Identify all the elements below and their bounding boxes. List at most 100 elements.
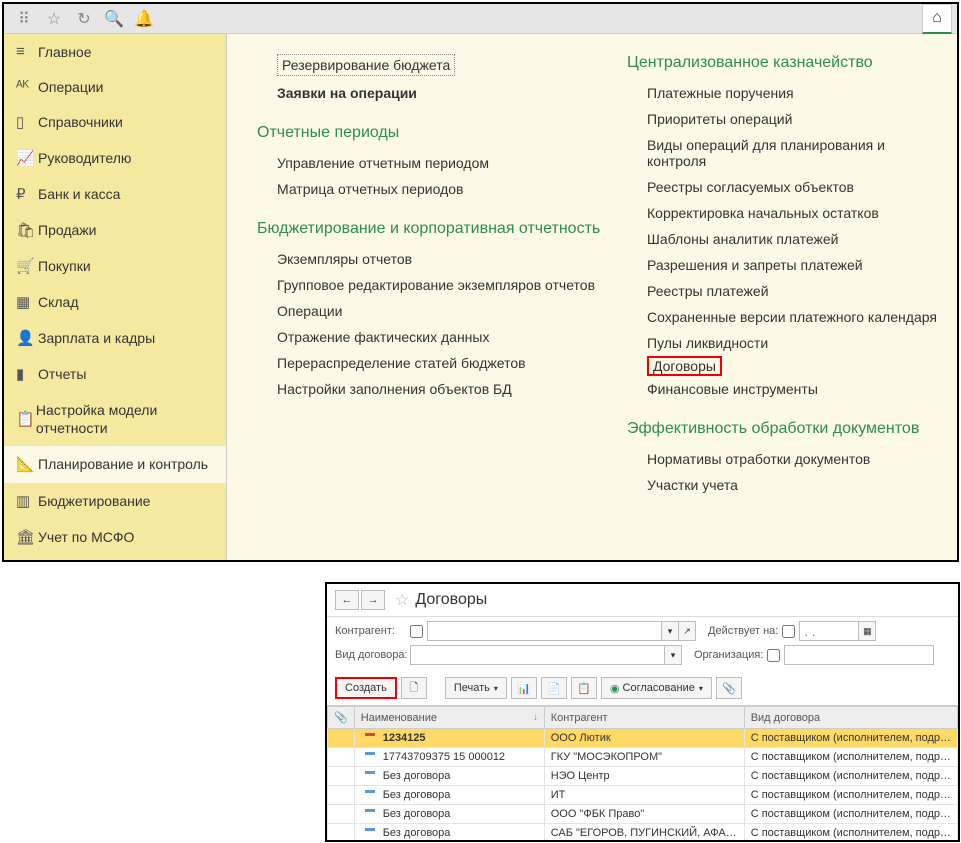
section-head[interactable]: Централизованное казначейство bbox=[627, 54, 947, 72]
print-button[interactable]: Печать▾ bbox=[445, 677, 507, 699]
sidebar-item-label: Покупки bbox=[38, 258, 91, 274]
ruble-icon: ₽ bbox=[16, 185, 38, 203]
favorite-icon[interactable]: ☆ bbox=[395, 590, 409, 610]
table-row[interactable]: 17743709375 15 000012ГКУ "МОСЭКОПРОМ"С п… bbox=[328, 748, 958, 767]
section-head[interactable]: Бюджетирование и корпоративная отчетност… bbox=[257, 220, 627, 238]
org-label: Организация: bbox=[694, 649, 763, 661]
nav-link[interactable]: Матрица отчетных периодов bbox=[277, 176, 627, 202]
attach-button[interactable]: 📎 bbox=[716, 677, 742, 699]
nav-link[interactable]: Участки учета bbox=[647, 472, 947, 498]
kontragent-dropdown[interactable]: ▾ bbox=[661, 621, 679, 641]
table-row[interactable]: 1234125ООО ЛютикС поставщиком (исполните… bbox=[328, 729, 958, 748]
sidebar-item-2[interactable]: ▯Справочники bbox=[4, 104, 226, 140]
plan-icon: 📐 bbox=[16, 455, 38, 473]
sidebar-item-5[interactable]: 🛍Продажи bbox=[4, 212, 226, 248]
nav-link[interactable]: Управление отчетным периодом bbox=[277, 150, 627, 176]
nav-link[interactable]: Реестры согласуемых объектов bbox=[647, 174, 947, 200]
nav-link[interactable]: Приоритеты операций bbox=[647, 106, 947, 132]
nav-link[interactable]: Разрешения и запреты платежей bbox=[647, 252, 947, 278]
table-row[interactable]: Без договораНЭО ЦентрС поставщиком (испо… bbox=[328, 767, 958, 786]
vid-dropdown[interactable]: ▾ bbox=[664, 645, 682, 665]
home-icon[interactable]: ⌂ bbox=[922, 4, 952, 34]
back-button[interactable]: ← bbox=[335, 590, 359, 610]
nav-link[interactable]: Заявки на операции bbox=[277, 80, 627, 106]
kontragent-label: Контрагент: bbox=[335, 625, 410, 637]
col-kontragent[interactable]: Контрагент bbox=[544, 707, 744, 729]
nav-link-contracts[interactable]: Договоры bbox=[647, 356, 722, 376]
sidebar-item-label: Операции bbox=[38, 79, 104, 95]
content-area: Резервирование бюджета Заявки на операции… bbox=[227, 34, 957, 560]
nav-link[interactable]: Нормативы отработки документов bbox=[647, 446, 947, 472]
nav-link[interactable]: Резервирование бюджета bbox=[277, 54, 455, 76]
sidebar-item-8[interactable]: 👤Зарплата и кадры bbox=[4, 320, 226, 356]
bell-icon[interactable]: 🔔 bbox=[129, 4, 159, 34]
kontragent-open[interactable]: ↗ bbox=[678, 621, 696, 641]
nav-link[interactable]: Платежные поручения bbox=[647, 80, 947, 106]
create-button[interactable]: Создать bbox=[335, 677, 397, 699]
nav-link[interactable]: Экземпляры отчетов bbox=[277, 246, 627, 272]
date-input[interactable] bbox=[799, 621, 859, 641]
chart-icon: 📈 bbox=[16, 149, 38, 167]
table-row[interactable]: Без договораИТС поставщиком (исполнителе… bbox=[328, 786, 958, 805]
tool-icon-3[interactable]: 📋 bbox=[571, 677, 597, 699]
vid-label: Вид договора: bbox=[335, 649, 410, 661]
budget-icon: ▥ bbox=[16, 492, 38, 510]
nav-link[interactable]: Шаблоны аналитик платежей bbox=[647, 226, 947, 252]
table-row[interactable]: Без договораСАБ "ЕГОРОВ, ПУГИНСКИЙ, АФАН… bbox=[328, 824, 958, 841]
sidebar-item-label: Бюджетирование bbox=[38, 493, 150, 509]
sidebar-item-13[interactable]: 🏛Учет по МСФО bbox=[4, 519, 226, 555]
vid-input[interactable] bbox=[410, 645, 665, 665]
sidebar-item-1[interactable]: ᴬᴷОперации bbox=[4, 69, 226, 104]
org-input[interactable] bbox=[784, 645, 934, 665]
star-icon[interactable]: ☆ bbox=[39, 4, 69, 34]
search-icon[interactable]: 🔍 bbox=[99, 4, 129, 34]
col-vid[interactable]: Вид договора bbox=[744, 707, 957, 729]
nav-link[interactable]: Финансовые инструменты bbox=[647, 376, 947, 402]
nav-link[interactable]: Групповое редактирование экземпляров отч… bbox=[277, 272, 627, 298]
sidebar-item-11[interactable]: 📐Планирование и контроль bbox=[4, 446, 226, 482]
sidebar-item-12[interactable]: ▥Бюджетирование bbox=[4, 483, 226, 519]
nav-link[interactable]: Отражение фактических данных bbox=[277, 324, 627, 350]
cart-icon: 🛒 bbox=[16, 257, 38, 275]
table-row[interactable]: Без договораООО "ФБК Право"С поставщиком… bbox=[328, 805, 958, 824]
apps-icon[interactable]: ⠿ bbox=[9, 4, 39, 34]
org-checkbox[interactable] bbox=[767, 649, 780, 662]
toolbar: Создать 🗋 Печать▾ 📊 📄 📋 ◉ Согласование▾ … bbox=[327, 673, 958, 705]
tool-icon-1[interactable]: 📊 bbox=[511, 677, 537, 699]
nav-link[interactable]: Настройки заполнения объектов БД bbox=[277, 376, 627, 402]
deistvuet-checkbox[interactable] bbox=[782, 625, 795, 638]
sidebar-item-0[interactable]: ≡Главное bbox=[4, 34, 226, 69]
sidebar-item-label: Зарплата и кадры bbox=[38, 330, 155, 346]
deistvuet-label: Действует на: bbox=[708, 625, 778, 637]
sidebar-item-7[interactable]: ▦Склад bbox=[4, 284, 226, 320]
tool-icon-2[interactable]: 📄 bbox=[541, 677, 567, 699]
sidebar-item-3[interactable]: 📈Руководителю bbox=[4, 140, 226, 176]
nav-link[interactable]: Виды операций для планирования и контрол… bbox=[647, 132, 947, 174]
nav-link[interactable]: Пулы ликвидности bbox=[647, 330, 947, 356]
col-name[interactable]: Наименование↓ bbox=[354, 707, 544, 729]
nav-link[interactable]: Сохраненные версии платежного календаря bbox=[647, 304, 947, 330]
history-icon[interactable]: ↻ bbox=[69, 4, 99, 34]
sidebar-item-9[interactable]: ▮Отчеты bbox=[4, 356, 226, 392]
kontragent-checkbox[interactable] bbox=[410, 625, 423, 638]
kontragent-input[interactable] bbox=[427, 621, 662, 641]
filter-panel: Контрагент: ▾ ↗ Действует на: ▦ Вид дого… bbox=[327, 617, 958, 673]
sidebar-item-6[interactable]: 🛒Покупки bbox=[4, 248, 226, 284]
approval-button[interactable]: ◉ Согласование▾ bbox=[601, 677, 712, 699]
sidebar-item-label: Учет по МСФО bbox=[38, 529, 134, 545]
nav-link[interactable]: Корректировка начальных остатков bbox=[647, 200, 947, 226]
nav-link[interactable]: Перераспределение статей бюджетов bbox=[277, 350, 627, 376]
calendar-icon[interactable]: ▦ bbox=[858, 621, 876, 641]
copy-button[interactable]: 🗋 bbox=[401, 677, 427, 699]
sidebar-item-10[interactable]: 📋Настройка модели отчетности bbox=[4, 392, 226, 446]
nav-link[interactable]: Операции bbox=[277, 298, 627, 324]
person-icon: 👤 bbox=[16, 329, 38, 347]
col-attach[interactable]: 📎 bbox=[328, 707, 355, 729]
section-head[interactable]: Эффективность обработки документов bbox=[627, 420, 947, 438]
menu-icon: ≡ bbox=[16, 43, 38, 60]
forward-button[interactable]: → bbox=[361, 590, 385, 610]
section-head[interactable]: Отчетные периоды bbox=[257, 124, 627, 142]
main-window: ⠿ ☆ ↻ 🔍 🔔 ⌂ ≡ГлавноеᴬᴷОперации▯Справочни… bbox=[2, 2, 959, 562]
sidebar-item-4[interactable]: ₽Банк и касса bbox=[4, 176, 226, 212]
nav-link[interactable]: Реестры платежей bbox=[647, 278, 947, 304]
